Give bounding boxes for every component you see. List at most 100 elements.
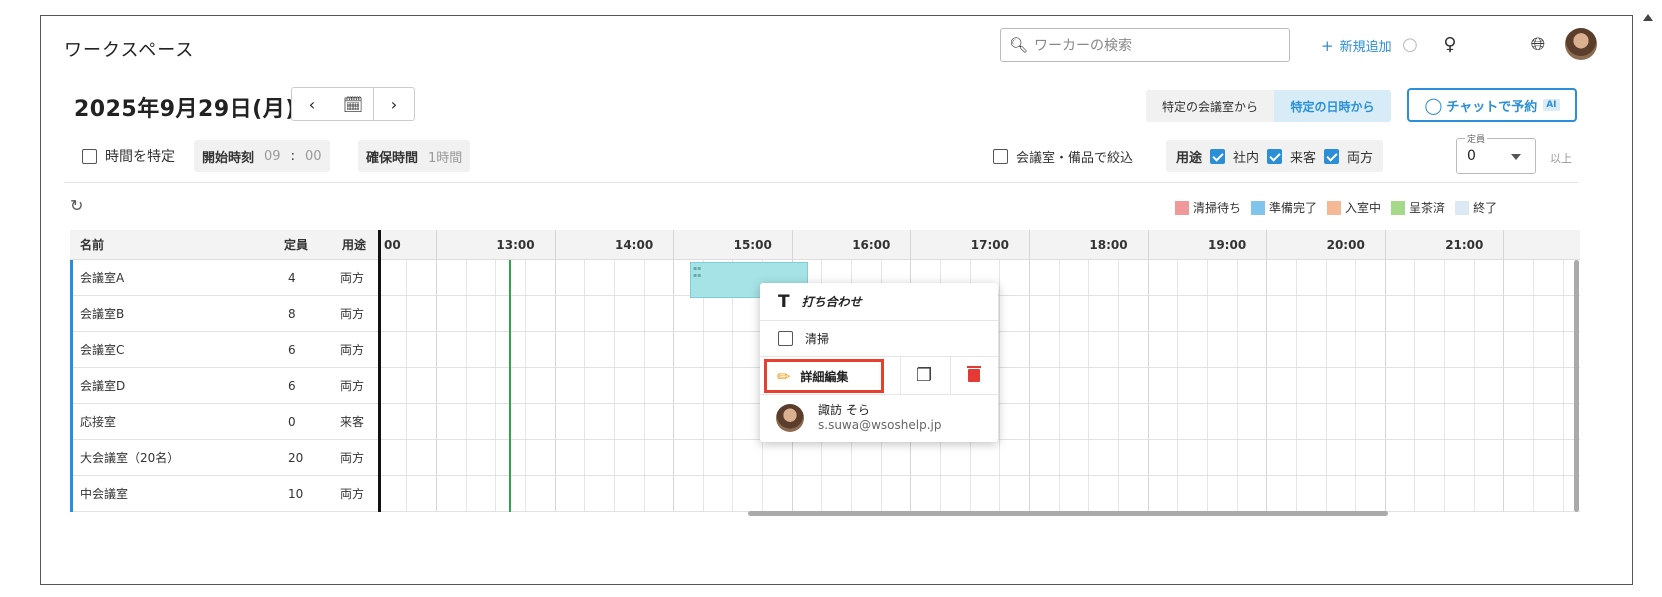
ai-badge: AI [1543, 99, 1560, 111]
room-name: 会議室A [80, 271, 125, 285]
chat-booking-label: チャットで予約 [1446, 99, 1538, 115]
room-capacity: 0 [288, 415, 296, 429]
chat-bubble-icon: ◯ [1424, 95, 1443, 115]
user-avatar [776, 404, 804, 432]
vertical-scrollbar[interactable] [1574, 260, 1579, 512]
header-use: 用途 [342, 238, 367, 252]
search-placeholder: ワーカーの検索 [1034, 38, 1133, 54]
add-new-label: 新規追加 [1339, 40, 1392, 55]
time-spec-toggle[interactable]: 時間を特定 [82, 140, 175, 172]
room-name: 会議室D [80, 379, 126, 393]
plus-icon: + [1321, 37, 1334, 55]
user-name: 諏訪 そら [818, 403, 870, 417]
keep-time-value[interactable]: 1時間 [428, 147, 462, 166]
time-spec-label: 時間を特定 [105, 149, 175, 165]
room-use: 両方 [340, 271, 365, 285]
header-name: 名前 [80, 238, 105, 252]
table-row[interactable]: 中会議室 10 両方 [70, 476, 1580, 512]
legend-swatch [1327, 200, 1342, 215]
popup-actions: ✏︎ 詳細編集 ❐ [760, 357, 998, 395]
start-hour[interactable]: 09 [264, 149, 281, 164]
person-search-icon: 🔍︎ [1009, 36, 1029, 54]
capacity-suffix: 以上 [1550, 152, 1572, 165]
room-capacity: 4 [288, 271, 296, 285]
time-spec-checkbox[interactable] [82, 148, 97, 164]
start-time-label: 開始時刻 [202, 150, 255, 166]
worker-search-input[interactable]: 🔍︎ ワーカーの検索 [1000, 28, 1290, 62]
capacity-value: 0 [1467, 148, 1476, 164]
refresh-icon[interactable]: ↻ [70, 196, 83, 215]
use-visitor-checkbox[interactable] [1267, 148, 1283, 164]
legend-label: 呈茶済 [1409, 201, 1446, 215]
popup-title: 打ち合わせ [801, 295, 862, 309]
narrow-label: 会議室・備品で絞込 [1016, 150, 1134, 166]
person-queue-icon[interactable]: ♀ [1438, 32, 1462, 56]
current-time-line [509, 260, 511, 512]
room-name: 応接室 [80, 415, 117, 429]
capacity-select[interactable]: 定員 0 [1456, 132, 1536, 174]
horizontal-scrollbar[interactable] [748, 511, 1388, 516]
keep-time-label: 確保時間 [366, 150, 419, 166]
from-room-tab[interactable]: 特定の会議室から [1146, 90, 1274, 122]
cleaning-toggle[interactable]: 清掃 [760, 321, 998, 357]
scroll-up-arrow-icon[interactable] [1643, 14, 1653, 21]
start-minute[interactable]: 00 [305, 149, 322, 164]
legend-swatch [1455, 200, 1470, 215]
room-capacity: 6 [288, 379, 296, 393]
pencil-icon: ✏︎ [777, 366, 791, 386]
capacity-legend: 定員 [1465, 132, 1488, 145]
time-boundary-line [378, 230, 381, 512]
status-legend: 清掃待ち 準備完了 入室中 呈茶済 終了 [1175, 199, 1503, 216]
start-time-field[interactable]: 開始時刻 09 : 00 [194, 140, 330, 172]
room-use: 両方 [340, 487, 365, 501]
cleaning-checkbox[interactable] [778, 331, 793, 346]
room-name: 中会議室 [80, 487, 129, 501]
divider [950, 357, 951, 395]
room-use: 両方 [340, 451, 365, 465]
room-use: 両方 [340, 307, 365, 321]
next-day-button[interactable]: › [373, 87, 415, 121]
popup-title-row: T 打ち合わせ [760, 283, 998, 321]
time-column-header: 15:00 [733, 238, 772, 252]
location-pin-icon[interactable]: ○ [1398, 32, 1422, 56]
from-date-tab[interactable]: 特定の日時から [1274, 90, 1391, 122]
room-capacity: 20 [288, 451, 304, 465]
use-both-checkbox[interactable] [1324, 148, 1340, 164]
table-header: 名前 定員 用途 00 13:00 14:00 15:00 16:00 17:00 18:0… [70, 230, 1580, 260]
narrow-checkbox[interactable] [993, 148, 1008, 164]
use-internal-checkbox[interactable] [1210, 148, 1226, 164]
booking-popup: T 打ち合わせ 清掃 ✏︎ 詳細編集 ❐ 諏訪 そら s.suwa@wsoshe… [760, 283, 998, 442]
calendar-icon[interactable]: 🗓︎ [332, 87, 374, 121]
room-capacity: 8 [288, 307, 296, 321]
chat-booking-button[interactable]: ◯ チャットで予約 AI [1407, 88, 1577, 122]
prev-day-button[interactable]: ‹ [291, 87, 333, 121]
divider [900, 357, 901, 395]
text-icon: T [778, 291, 790, 312]
globe-icon[interactable]: 🌐︎ [1526, 32, 1550, 56]
legend-label: 終了 [1473, 201, 1498, 215]
detail-edit-label: 詳細編集 [800, 369, 849, 384]
user-avatar[interactable] [1565, 28, 1597, 60]
narrow-filter-toggle[interactable]: 会議室・備品で絞込 [993, 140, 1133, 172]
popup-user: 諏訪 そら s.suwa@wsoshelp.jp [760, 395, 998, 441]
use-visitor-label: 来客 [1290, 150, 1317, 166]
time-column-header: 19:00 [1207, 238, 1247, 252]
use-filter: 用途 社内 来客 両方 [1166, 140, 1384, 172]
time-column-header: 20:00 [1326, 238, 1365, 252]
copy-icon[interactable]: ❐ [916, 365, 932, 386]
table-row[interactable]: 大会議室（20名） 20 両方 [70, 440, 1580, 476]
time-column-header: 14:00 [614, 238, 654, 252]
room-name: 会議室B [80, 307, 125, 321]
time-column-header: 17:00 [970, 238, 1009, 252]
add-new-button[interactable]: + 新規追加 [1321, 36, 1392, 55]
room-capacity: 10 [288, 487, 304, 501]
detail-edit-button[interactable]: ✏︎ 詳細編集 [764, 359, 884, 393]
legend-label: 準備完了 [1269, 201, 1318, 215]
use-both-label: 両方 [1347, 150, 1374, 166]
chevron-down-icon [1511, 154, 1521, 160]
use-label: 用途 [1176, 150, 1203, 166]
legend-label: 清掃待ち [1193, 201, 1242, 215]
trash-icon[interactable] [967, 366, 981, 382]
cleaning-label: 清掃 [805, 332, 830, 346]
keep-time-field[interactable]: 確保時間 1時間 [358, 140, 471, 172]
